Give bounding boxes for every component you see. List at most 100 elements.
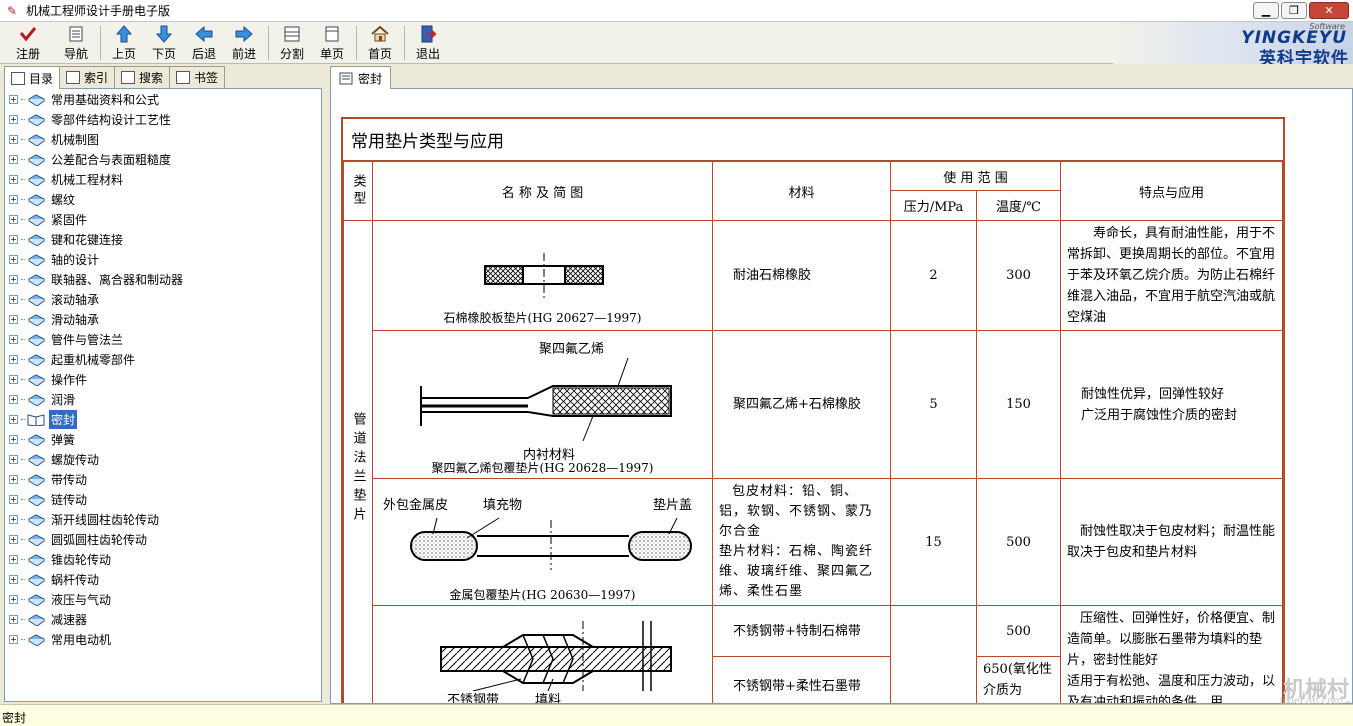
prev-page-label: 上页 bbox=[111, 47, 136, 61]
tree-item[interactable]: + 常用电动机 bbox=[5, 629, 321, 649]
book-icon bbox=[28, 313, 45, 326]
expand-icon[interactable]: + bbox=[9, 434, 18, 444]
exit-button[interactable]: 退出 bbox=[410, 23, 446, 63]
expand-icon[interactable]: + bbox=[9, 234, 18, 244]
back-button[interactable]: 后退 bbox=[186, 23, 222, 63]
minimize-button[interactable]: ▁ bbox=[1253, 2, 1279, 19]
tree-item[interactable]: + 锥齿轮传动 bbox=[5, 549, 321, 569]
book-icon bbox=[28, 273, 45, 286]
expand-icon[interactable]: + bbox=[9, 314, 18, 324]
single-page-button[interactable]: 单页 bbox=[314, 23, 350, 63]
tree-item[interactable]: + 蜗杆传动 bbox=[5, 569, 321, 589]
navigate-button[interactable]: 导航 bbox=[58, 23, 94, 63]
tree-connector bbox=[21, 118, 25, 120]
tree-item[interactable]: + 键和花键连接 bbox=[5, 229, 321, 249]
toolbar-separator bbox=[100, 26, 101, 60]
tree-item[interactable]: + 渐开线圆柱齿轮传动 bbox=[5, 509, 321, 529]
expand-icon[interactable]: + bbox=[9, 494, 18, 504]
close-button[interactable]: ✕ bbox=[1309, 2, 1349, 19]
expand-icon[interactable]: + bbox=[9, 274, 18, 284]
tree-item[interactable]: + 液压与气动 bbox=[5, 589, 321, 609]
expand-icon[interactable]: + bbox=[9, 134, 18, 144]
book-icon bbox=[28, 213, 45, 226]
pressure-cell: 15 bbox=[890, 478, 977, 606]
tree-item[interactable]: + 带传动 bbox=[5, 469, 321, 489]
document-view[interactable]: 常用垫片类型与应用 类型 名 称 及 简 图 材料 使 用 范 围 特点与应用 … bbox=[330, 88, 1353, 704]
restore-button[interactable]: ❐ bbox=[1281, 2, 1307, 19]
split-button[interactable]: 分割 bbox=[274, 23, 310, 63]
expand-icon[interactable]: + bbox=[9, 574, 18, 584]
expand-icon[interactable]: + bbox=[9, 214, 18, 224]
tree-item-label: 带传动 bbox=[51, 472, 88, 487]
tree-item[interactable]: + 零部件结构设计工艺性 bbox=[5, 109, 321, 129]
expand-icon[interactable]: + bbox=[9, 594, 18, 604]
tree-connector bbox=[21, 358, 25, 360]
expand-icon[interactable]: + bbox=[9, 154, 18, 164]
book-icon bbox=[28, 333, 45, 346]
tree-connector bbox=[21, 478, 25, 480]
expand-icon[interactable]: + bbox=[9, 454, 18, 464]
expand-icon[interactable]: + bbox=[9, 334, 18, 344]
expand-icon[interactable]: + bbox=[9, 174, 18, 184]
tab-contents[interactable]: 目录 bbox=[4, 66, 61, 89]
expand-icon[interactable]: + bbox=[9, 194, 18, 204]
expand-icon[interactable]: + bbox=[9, 554, 18, 564]
expand-icon[interactable]: + bbox=[9, 634, 18, 644]
label-ptfe: 聚四氟乙烯 bbox=[539, 341, 605, 357]
tree-item[interactable]: + 密封 bbox=[5, 409, 321, 429]
book-icon bbox=[28, 573, 45, 586]
expand-icon[interactable]: + bbox=[9, 374, 18, 384]
table-row: 外包金属皮 填充物 垫片盖 金属包覆垫片(HG 20630—1997) 包皮材料… bbox=[344, 478, 1283, 606]
tree-item-label: 弹簧 bbox=[51, 432, 76, 447]
home-button[interactable]: 首页 bbox=[362, 23, 398, 63]
tree-item-label: 液压与气动 bbox=[51, 592, 112, 607]
tree-item[interactable]: + 操作件 bbox=[5, 369, 321, 389]
expand-icon[interactable]: + bbox=[9, 534, 18, 544]
tab-index[interactable]: 索引 bbox=[59, 66, 116, 88]
book-icon bbox=[28, 513, 45, 526]
tree-item[interactable]: + 紧固件 bbox=[5, 209, 321, 229]
tree-connector bbox=[21, 438, 25, 440]
expand-icon[interactable]: + bbox=[9, 254, 18, 264]
tree-item[interactable]: + 机械工程材料 bbox=[5, 169, 321, 189]
expand-icon[interactable]: + bbox=[9, 294, 18, 304]
tree-item[interactable]: + 螺纹 bbox=[5, 189, 321, 209]
tab-bookmarks[interactable]: 书签 bbox=[169, 66, 226, 88]
label-steel-band: 不锈钢带 bbox=[447, 693, 500, 704]
tree-connector bbox=[21, 158, 25, 160]
tree-item[interactable]: + 机械制图 bbox=[5, 129, 321, 149]
tab-content-seal[interactable]: 密封 bbox=[330, 66, 392, 89]
tree-item[interactable]: + 润滑 bbox=[5, 389, 321, 409]
features-cell: 耐蚀性优异，回弹性较好 广泛用于腐蚀性介质的密封 bbox=[1060, 330, 1283, 479]
tab-search[interactable]: 搜索 bbox=[114, 66, 171, 88]
next-page-label: 下页 bbox=[151, 47, 176, 61]
next-page-button[interactable]: 下页 bbox=[146, 23, 182, 63]
tree-item[interactable]: + 联轴器、离合器和制动器 bbox=[5, 269, 321, 289]
prev-page-button[interactable]: 上页 bbox=[106, 23, 142, 63]
tree-connector bbox=[21, 498, 25, 500]
expand-icon[interactable]: + bbox=[9, 354, 18, 364]
expand-icon[interactable]: + bbox=[9, 474, 18, 484]
tree-item[interactable]: + 公差配合与表面粗糙度 bbox=[5, 149, 321, 169]
tree-item[interactable]: + 滑动轴承 bbox=[5, 309, 321, 329]
expand-icon[interactable]: + bbox=[9, 614, 18, 624]
tree-item[interactable]: + 螺旋传动 bbox=[5, 449, 321, 469]
asbestos-gasket-figure: 石棉橡胶板垫片(HG 20627—1997) bbox=[373, 224, 712, 328]
forward-button[interactable]: 前进 bbox=[226, 23, 262, 63]
book-icon bbox=[28, 233, 45, 246]
tree-item[interactable]: + 轴的设计 bbox=[5, 249, 321, 269]
tree-item[interactable]: + 链传动 bbox=[5, 489, 321, 509]
tree-item[interactable]: + 滚动轴承 bbox=[5, 289, 321, 309]
tree-item[interactable]: + 管件与管法兰 bbox=[5, 329, 321, 349]
tree-item[interactable]: + 减速器 bbox=[5, 609, 321, 629]
expand-icon[interactable]: + bbox=[9, 94, 18, 104]
expand-icon[interactable]: + bbox=[9, 114, 18, 124]
tree-item[interactable]: + 常用基础资料和公式 bbox=[5, 89, 321, 109]
expand-icon[interactable]: + bbox=[9, 514, 18, 524]
tree-item[interactable]: + 起重机械零部件 bbox=[5, 349, 321, 369]
expand-icon[interactable]: + bbox=[9, 414, 18, 424]
tree-item[interactable]: + 圆弧圆柱齿轮传动 bbox=[5, 529, 321, 549]
tree-item[interactable]: + 弹簧 bbox=[5, 429, 321, 449]
expand-icon[interactable]: + bbox=[9, 394, 18, 404]
register-button[interactable]: 注册 bbox=[10, 23, 46, 63]
